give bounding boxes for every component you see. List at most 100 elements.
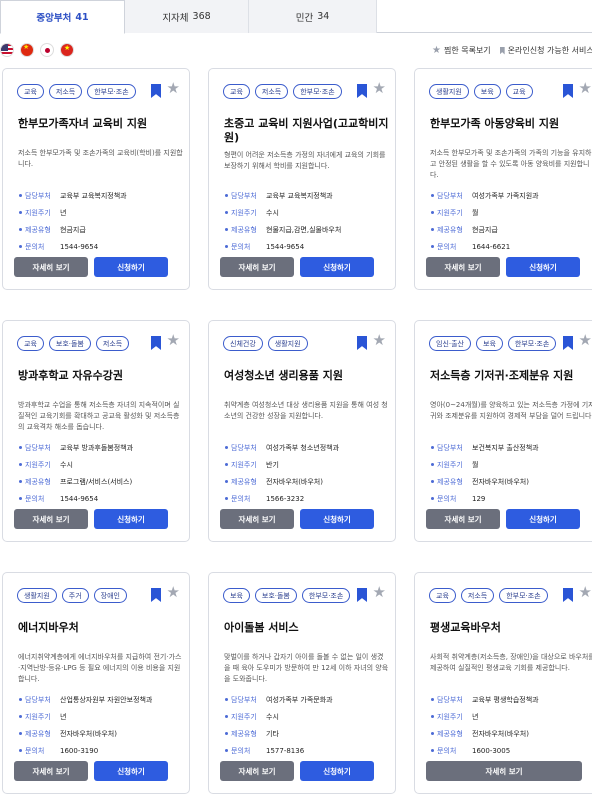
service-title: 여성청소년 생리용품 지원 [224,369,343,382]
category-tag[interactable]: 저소득 [460,588,495,603]
apply-button[interactable]: 신청하기 [300,761,374,781]
category-tag[interactable]: 보육 [223,588,250,603]
info-value: 월 [472,460,479,469]
info-value: 교육부 방과후돌봄정책과 [60,443,134,452]
tag-list: 생활지원 보육 교육 [429,84,533,99]
category-tag[interactable]: 저소득 [254,84,289,99]
apply-button[interactable]: 신청하기 [94,509,168,529]
info-value: 수시 [266,712,279,721]
apply-button[interactable]: 신청하기 [94,761,168,781]
language-selector [0,43,74,59]
category-tag[interactable]: 한부모·조손 [499,588,548,603]
category-tag[interactable]: 교육 [223,84,250,99]
us-flag-icon[interactable] [0,43,14,57]
info-row-type: 제공유형 기타 [224,725,392,742]
favorite-star-icon[interactable]: ★ [167,585,180,600]
category-tag[interactable]: 한부모·조손 [301,588,351,603]
category-tag[interactable]: 보육 [476,336,503,351]
category-tag[interactable]: 보육 [473,84,501,99]
detail-button[interactable]: 자세히 보기 [14,509,88,529]
info-key: 문의처 [18,494,60,504]
detail-button[interactable]: 자세히 보기 [426,761,582,781]
info-value: 월 [472,208,479,217]
apply-button[interactable]: 신청하기 [94,257,168,277]
info-value: 1644-6621 [472,242,511,251]
category-tag[interactable]: 보호·돌봄 [48,336,91,351]
category-tag[interactable]: 생활지원 [429,84,469,99]
favorite-star-icon[interactable]: ★ [373,585,386,600]
info-row-cycle: 지원주기 수시 [18,456,186,473]
service-card: 교육 저소득 한부모·조손 ★ 한부모가족자녀 교육비 지원 저소득 한부모가족 및… [2,68,190,290]
tab-central-government[interactable]: 중앙부처 41 [0,0,125,34]
japan-flag-icon[interactable] [40,43,54,57]
info-value: 산업통상자원부 자원안보정책과 [60,695,153,704]
category-tag[interactable]: 주거 [61,588,89,603]
favorite-star-icon[interactable]: ★ [373,81,386,96]
category-tag[interactable]: 교육 [17,336,44,351]
service-card: 교육 저소득 한부모·조손 ★ 초중고 교육비 지원사업(고교학비지원) 형편이 어… [208,68,396,290]
detail-button[interactable]: 자세히 보기 [220,761,294,781]
category-tag[interactable]: 보호·돌봄 [254,588,297,603]
info-key: 제공유형 [430,729,472,739]
category-tag[interactable]: 생활지원 [267,336,308,351]
info-value: 현금지급 [472,225,498,234]
vietnam-flag-icon[interactable] [60,43,74,57]
tab-local-government[interactable]: 지자체 368 [125,0,249,33]
favorite-star-icon[interactable]: ★ [167,81,180,96]
info-row-dept: 담당부처 교육부 방과후돌봄정책과 [18,439,186,456]
info-key: 제공유형 [430,477,472,487]
category-tag[interactable]: 임신·출산 [429,336,471,351]
category-tag[interactable]: 저소득 [48,84,83,99]
category-tag[interactable]: 신체건강 [223,336,263,351]
category-tag[interactable]: 저소득 [95,336,130,351]
category-tag[interactable]: 생활지원 [17,588,57,603]
china-flag-icon[interactable] [20,43,34,57]
card-actions: 자세히 보기 신청하기 [14,509,168,529]
detail-button[interactable]: 자세히 보기 [220,257,294,277]
detail-button[interactable]: 자세히 보기 [220,509,294,529]
favorites-view-link[interactable]: 찜한 목록보기 [444,45,491,56]
service-title: 방과후학교 자유수강권 [18,369,124,382]
info-value: 여성가족부 청소년정책과 [266,443,340,452]
category-tag[interactable]: 장애인 [93,588,127,603]
info-key: 담당부처 [430,443,472,453]
apply-button[interactable]: 신청하기 [300,509,374,529]
category-tag[interactable]: 교육 [17,84,44,99]
favorite-star-icon[interactable]: ★ [579,585,592,600]
info-key: 담당부처 [18,191,60,201]
info-row-cycle: 지원주기 수시 [224,708,392,725]
apply-button[interactable]: 신청하기 [506,509,580,529]
favorite-star-icon[interactable]: ★ [579,333,592,348]
service-card: 교육 보호·돌봄 저소득 ★ 방과후학교 자유수강권 방과후학교 수업을 통해 저소… [2,320,190,542]
info-row-contact: 문의처 1577-8136 [224,742,392,759]
favorite-star-icon[interactable]: ★ [167,333,180,348]
favorite-star-icon[interactable]: ★ [579,81,592,96]
category-tag[interactable]: 한부모·조손 [507,336,557,351]
info-row-dept: 담당부처 교육부 평생학습정책과 [430,691,592,708]
info-key: 지원주기 [224,712,266,722]
detail-button[interactable]: 자세히 보기 [426,257,500,277]
apply-button[interactable]: 신청하기 [506,257,580,277]
info-value: 1600-3190 [60,746,99,755]
favorite-star-icon[interactable]: ★ [373,333,386,348]
info-row-dept: 담당부처 교육부 교육복지정책과 [224,187,392,204]
info-key: 담당부처 [18,443,60,453]
tag-list: 보육 보호·돌봄 한부모·조손 [223,588,351,603]
detail-button[interactable]: 자세히 보기 [426,509,500,529]
service-title: 한부모가족 아동양육비 지원 [430,117,560,130]
category-tag[interactable]: 한부모·조손 [293,84,342,99]
service-info: 담당부처 교육부 평생학습정책과 지원주기 년 제공유형 전자바우처(바우처) 문의처… [430,691,592,759]
info-row-cycle: 지원주기 년 [18,204,186,221]
category-tag[interactable]: 한부모·조손 [87,84,136,99]
info-row-dept: 담당부처 여성가족부 가족지원과 [430,187,592,204]
info-value: 전자바우처(바우처) [60,729,117,738]
info-row-type: 제공유형 전자바우처(바우처) [430,473,592,490]
tab-count: 34 [317,11,330,22]
info-key: 제공유형 [18,477,60,487]
apply-button[interactable]: 신청하기 [300,257,374,277]
category-tag[interactable]: 교육 [429,588,456,603]
category-tag[interactable]: 교육 [505,84,533,99]
detail-button[interactable]: 자세히 보기 [14,257,88,277]
detail-button[interactable]: 자세히 보기 [14,761,88,781]
tab-private[interactable]: 민간 34 [249,0,377,33]
